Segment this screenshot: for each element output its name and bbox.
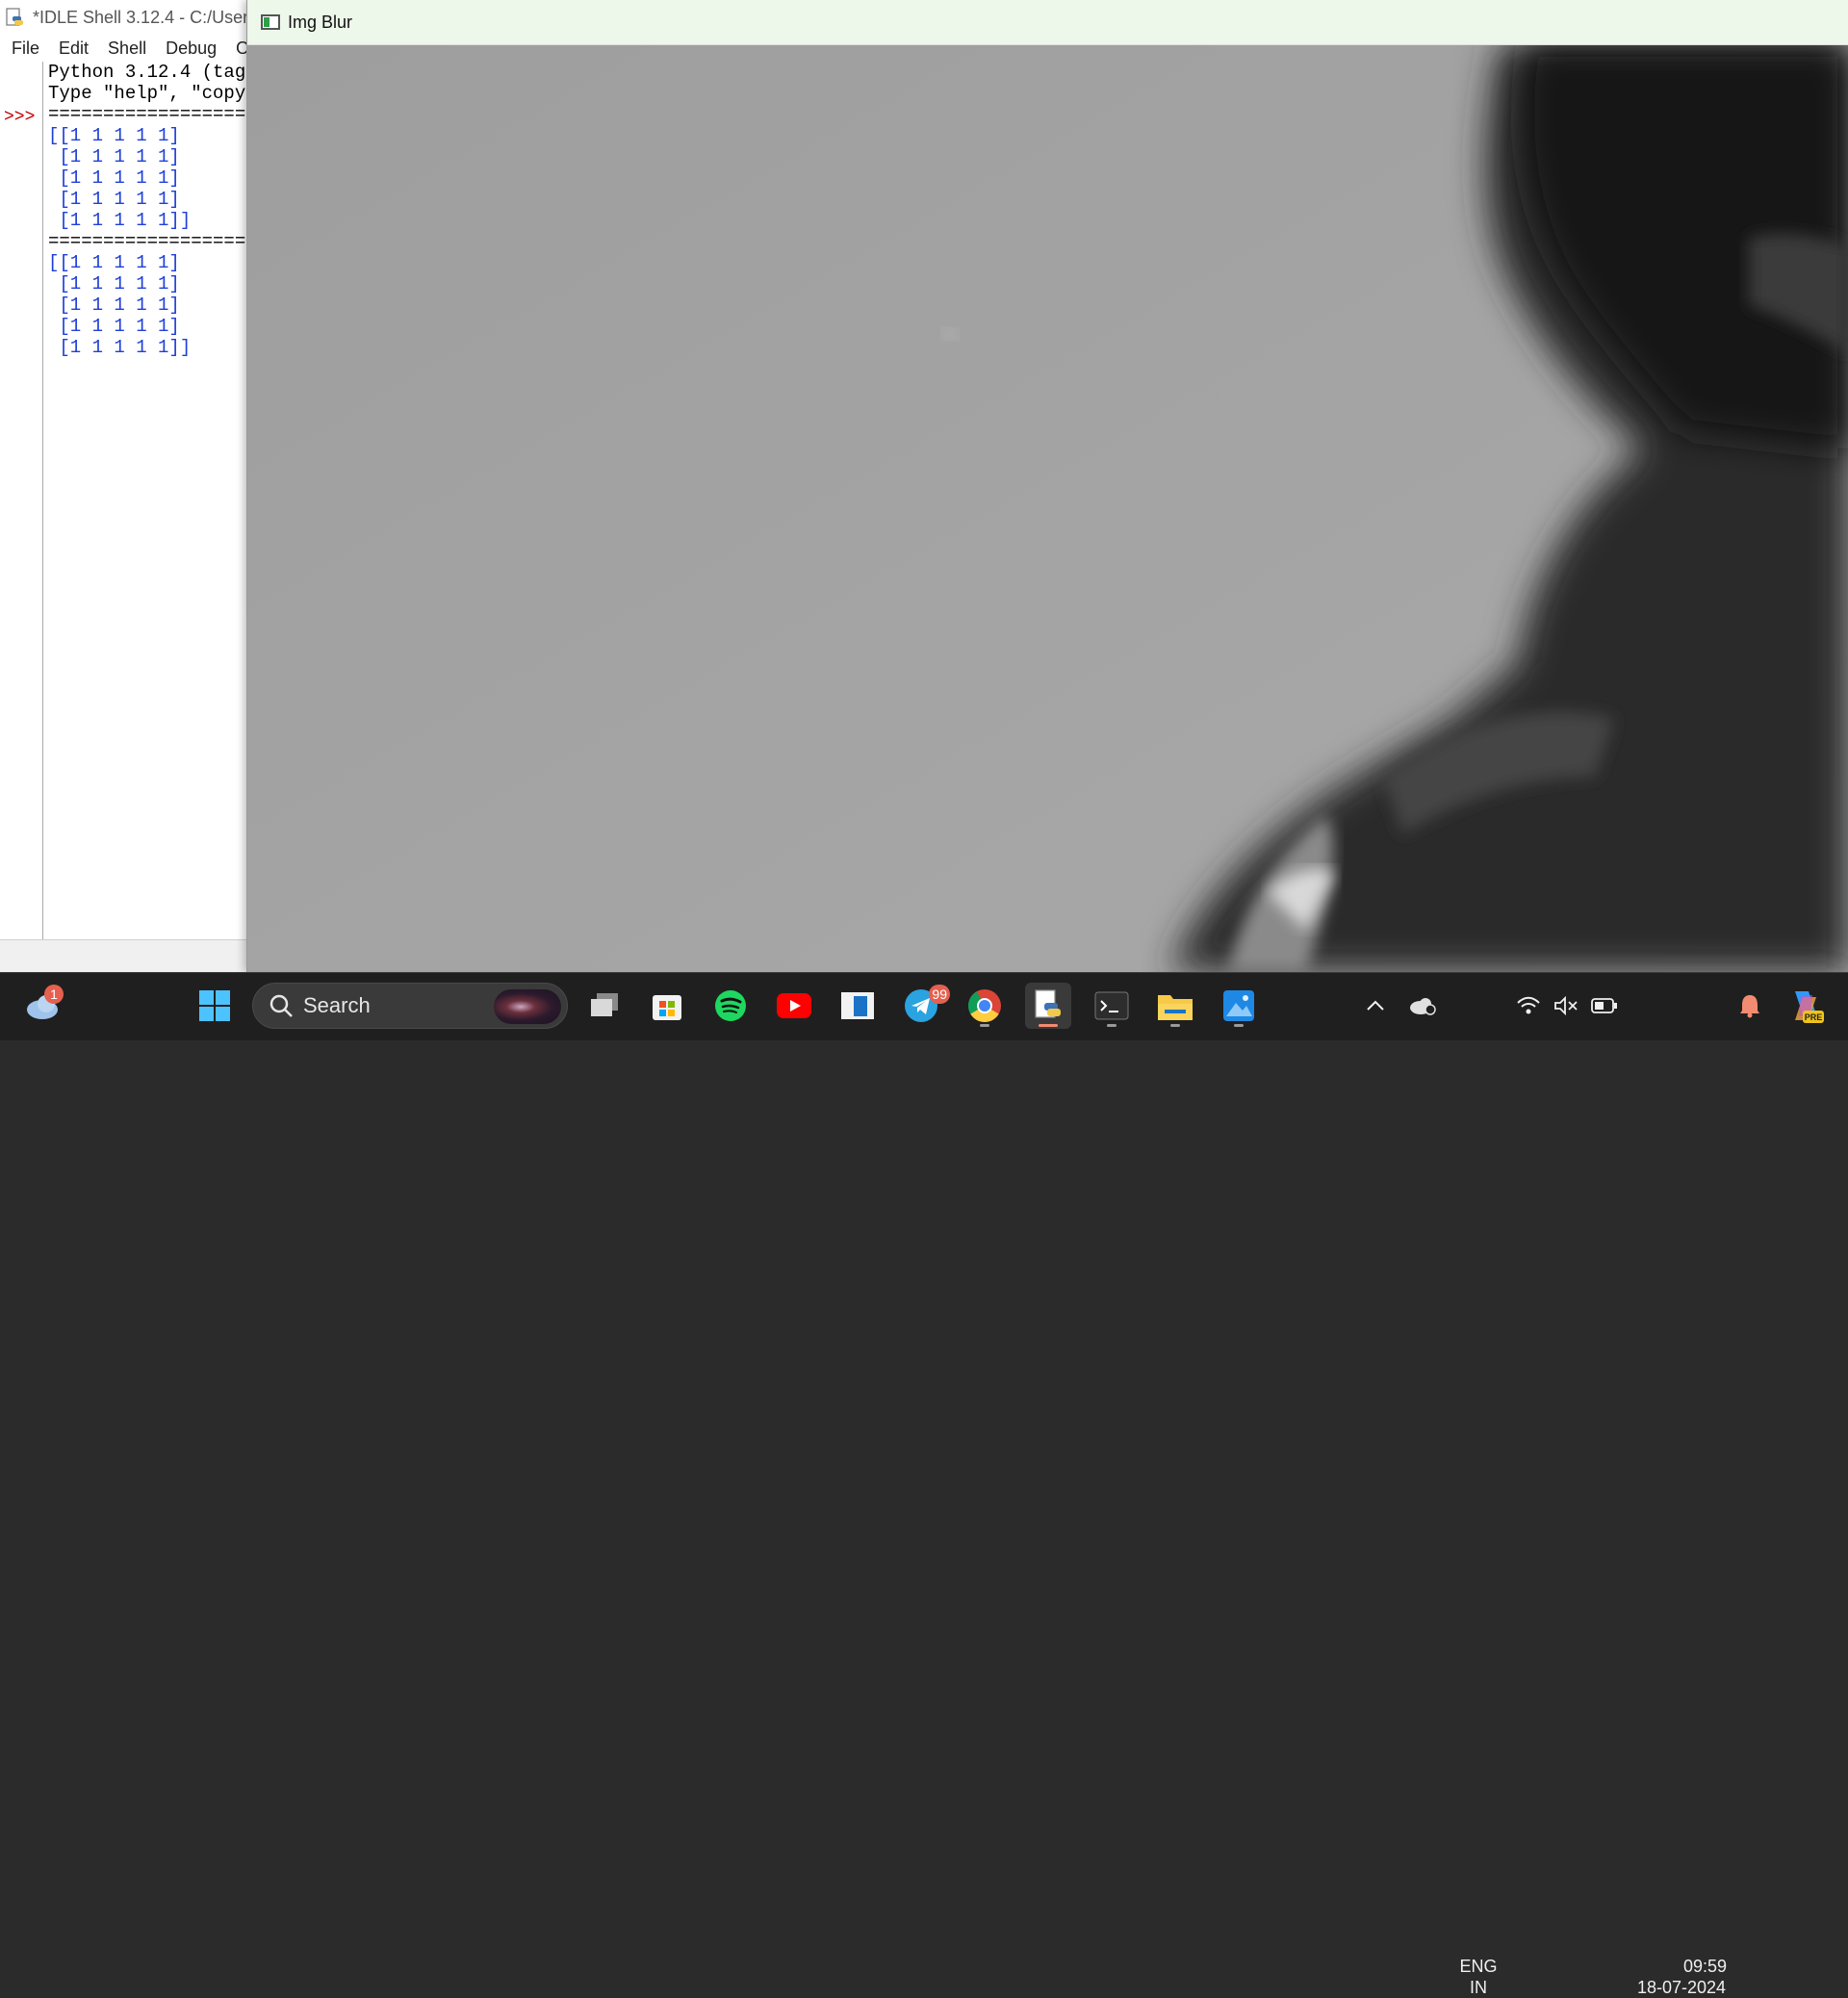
task-view-button[interactable] (581, 983, 628, 1029)
notification-count-badge: 1 (44, 985, 64, 1004)
shell-output-line: [1 1 1 1 1] (48, 167, 180, 189)
copilot-preview-tag: PRE (1805, 1012, 1823, 1022)
search-label: Search (303, 993, 371, 1017)
python-idle-icon (1035, 989, 1061, 1018)
onedrive-tray[interactable] (1399, 983, 1446, 1029)
desktop: *IDLE Shell 3.12.4 - C:/Users/ File Edit… (0, 0, 1848, 973)
app-window-icon (841, 992, 874, 1019)
chevron-up-icon (1367, 1000, 1384, 1011)
store-icon (653, 995, 681, 1020)
taskbar-terminal[interactable] (1089, 983, 1135, 1029)
shell-output-line: [1 1 1 1 1] (48, 189, 180, 210)
time-label: 09:59 (1682, 1957, 1727, 1976)
shell-output-line: [1 1 1 1 1]] (48, 337, 192, 358)
speaker-muted-icon (1554, 995, 1578, 1016)
language-label: ENG (1459, 1957, 1498, 1976)
show-hidden-icons-button[interactable] (1352, 983, 1399, 1029)
input-language-indicator[interactable]: ENG IN (1450, 1956, 1507, 1998)
shell-output-area[interactable]: Python 3.12.4 (tag Type "help", "copy ====… (43, 62, 250, 939)
battery-icon (1591, 998, 1618, 1013)
shell-output-line: [1 1 1 1 1] (48, 273, 180, 295)
running-indicator (1234, 1024, 1244, 1027)
copilot-icon: PRE (1795, 991, 1824, 1023)
folder-icon (1158, 995, 1193, 1020)
taskbar-idle[interactable] (1025, 983, 1071, 1029)
bell-icon (1740, 995, 1759, 1018)
idle-shell-window[interactable]: *IDLE Shell 3.12.4 - C:/Users/ File Edit… (0, 0, 262, 973)
taskbar-microsoft-store[interactable] (644, 983, 690, 1029)
running-indicator (980, 1024, 989, 1027)
idle-window-title: *IDLE Shell 3.12.4 - C:/Users/ (33, 7, 263, 27)
img-blur-window[interactable]: Img Blur (246, 0, 1848, 972)
terminal-icon (1094, 991, 1129, 1020)
taskbar-youtube[interactable] (771, 983, 817, 1029)
shell-output-line: [1 1 1 1 1] (48, 146, 180, 167)
running-indicator (1170, 1024, 1180, 1027)
onedrive-cloud-icon (1410, 998, 1436, 1015)
menu-debug[interactable]: Debug (166, 38, 217, 59)
taskbar: 1 Search 99 ENG IN 09:59 18-07-2024 PRE (0, 972, 1848, 1997)
running-indicator (1107, 1024, 1116, 1027)
region-label: IN (1470, 1978, 1487, 1997)
menu-edit[interactable]: Edit (59, 38, 89, 59)
shell-output-line: Python 3.12.4 (tag (48, 62, 246, 83)
taskbar-search[interactable]: Search (252, 983, 568, 1029)
clock[interactable]: 09:59 18-07-2024 (1629, 1956, 1734, 1998)
idle-menubar: File Edit Shell Debug O (0, 35, 250, 62)
copilot-button[interactable]: PRE (1783, 983, 1829, 1029)
shell-output-line: [1 1 1 1 1] (48, 295, 180, 316)
shell-output-line: =================== (48, 231, 250, 252)
taskbar-notes-app[interactable] (834, 983, 881, 1029)
img-blur-window-title: Img Blur (288, 12, 353, 32)
taskbar-photos[interactable] (1216, 983, 1262, 1029)
search-icon (270, 994, 293, 1017)
chrome-icon (968, 989, 1001, 1022)
idle-status-bar (0, 939, 250, 973)
date-label: 18-07-2024 (1636, 1978, 1727, 1997)
shell-output-line: Type "help", "copy (48, 83, 246, 104)
active-indicator (1039, 1024, 1058, 1027)
blurred-grayscale-image (247, 45, 1848, 972)
idle-titlebar[interactable]: *IDLE Shell 3.12.4 - C:/Users/ (0, 0, 262, 35)
search-highlight-image (494, 989, 561, 1024)
opencv-window-icon (261, 14, 280, 30)
menu-shell[interactable]: Shell (108, 38, 146, 59)
youtube-icon (777, 993, 811, 1018)
quick-settings-button[interactable] (1509, 983, 1625, 1029)
wifi-icon (1516, 996, 1540, 1014)
menu-file[interactable]: File (12, 38, 39, 59)
shell-prompt: >>> (4, 108, 36, 127)
taskbar-telegram[interactable]: 99 (898, 983, 950, 1029)
shell-output-line: [1 1 1 1 1]] (48, 210, 192, 231)
shell-output-line: [[1 1 1 1 1] (48, 252, 180, 273)
taskbar-spotify[interactable] (707, 983, 754, 1029)
python-file-icon (4, 7, 25, 28)
idle-prompt-gutter: >>> (0, 62, 43, 939)
task-view-icon (591, 993, 618, 1016)
notification-center-button[interactable] (1727, 983, 1773, 1029)
start-button[interactable] (192, 983, 238, 1029)
unread-count-badge: 99 (929, 985, 950, 1004)
taskbar-file-explorer[interactable] (1152, 983, 1198, 1029)
photos-icon (1223, 990, 1254, 1021)
spotify-icon (715, 990, 746, 1021)
windows-icon (199, 990, 230, 1021)
shell-output-line: [[1 1 1 1 1] (48, 125, 180, 146)
img-blur-titlebar[interactable]: Img Blur (247, 0, 1848, 45)
shell-output-line: [1 1 1 1 1] (48, 316, 180, 337)
weather-widget[interactable]: 1 (19, 983, 65, 1029)
taskbar-chrome[interactable] (962, 983, 1008, 1029)
shell-output-line: =================== (48, 104, 250, 125)
